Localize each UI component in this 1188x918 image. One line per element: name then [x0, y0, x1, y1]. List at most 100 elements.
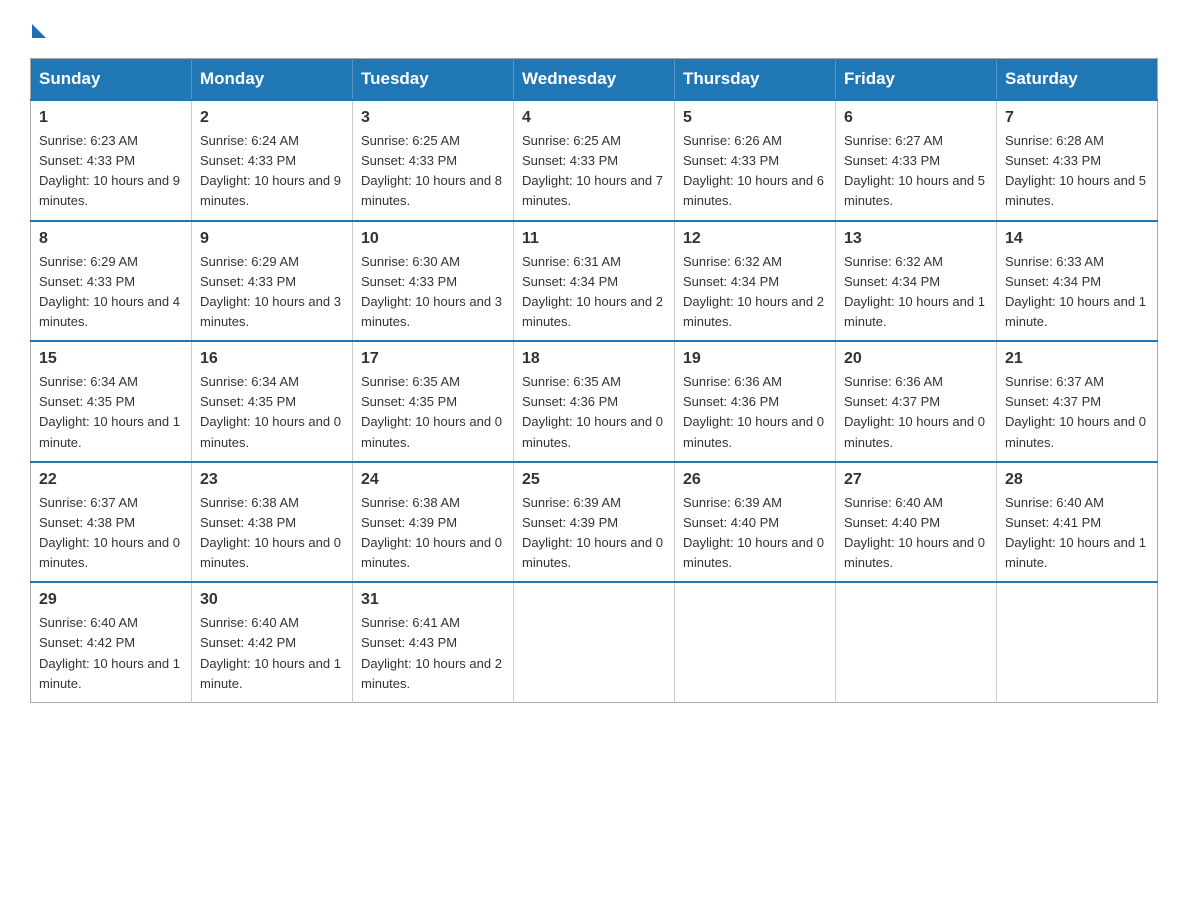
sunset-label: Sunset: 4:34 PM — [1005, 274, 1101, 289]
day-number: 22 — [39, 471, 183, 489]
calendar-header-monday: Monday — [192, 59, 353, 101]
sunset-label: Sunset: 4:36 PM — [683, 394, 779, 409]
calendar-week-row: 29 Sunrise: 6:40 AM Sunset: 4:42 PM Dayl… — [31, 582, 1158, 702]
logo — [30, 20, 46, 38]
daylight-label: Daylight: 10 hours and 6 minutes. — [683, 173, 824, 208]
sunset-label: Sunset: 4:33 PM — [844, 153, 940, 168]
daylight-label: Daylight: 10 hours and 3 minutes. — [200, 294, 341, 329]
calendar-day-cell: 30 Sunrise: 6:40 AM Sunset: 4:42 PM Dayl… — [192, 582, 353, 702]
day-info: Sunrise: 6:35 AM Sunset: 4:35 PM Dayligh… — [361, 372, 505, 453]
day-info: Sunrise: 6:36 AM Sunset: 4:36 PM Dayligh… — [683, 372, 827, 453]
sunset-label: Sunset: 4:33 PM — [39, 153, 135, 168]
day-info: Sunrise: 6:38 AM Sunset: 4:38 PM Dayligh… — [200, 493, 344, 574]
day-info: Sunrise: 6:40 AM Sunset: 4:42 PM Dayligh… — [39, 613, 183, 694]
sunrise-label: Sunrise: 6:38 AM — [200, 495, 299, 510]
calendar-day-cell — [836, 582, 997, 702]
day-number: 19 — [683, 350, 827, 368]
day-info: Sunrise: 6:35 AM Sunset: 4:36 PM Dayligh… — [522, 372, 666, 453]
day-info: Sunrise: 6:40 AM Sunset: 4:40 PM Dayligh… — [844, 493, 988, 574]
day-number: 11 — [522, 230, 666, 248]
sunrise-label: Sunrise: 6:29 AM — [200, 254, 299, 269]
sunrise-label: Sunrise: 6:28 AM — [1005, 133, 1104, 148]
day-number: 28 — [1005, 471, 1149, 489]
daylight-label: Daylight: 10 hours and 0 minutes. — [200, 414, 341, 449]
calendar-day-cell: 29 Sunrise: 6:40 AM Sunset: 4:42 PM Dayl… — [31, 582, 192, 702]
calendar-week-row: 8 Sunrise: 6:29 AM Sunset: 4:33 PM Dayli… — [31, 221, 1158, 342]
calendar-day-cell: 5 Sunrise: 6:26 AM Sunset: 4:33 PM Dayli… — [675, 100, 836, 221]
daylight-label: Daylight: 10 hours and 0 minutes. — [844, 414, 985, 449]
daylight-label: Daylight: 10 hours and 1 minute. — [200, 656, 341, 691]
day-number: 21 — [1005, 350, 1149, 368]
daylight-label: Daylight: 10 hours and 0 minutes. — [1005, 414, 1146, 449]
calendar-day-cell: 1 Sunrise: 6:23 AM Sunset: 4:33 PM Dayli… — [31, 100, 192, 221]
sunrise-label: Sunrise: 6:41 AM — [361, 615, 460, 630]
calendar-day-cell: 12 Sunrise: 6:32 AM Sunset: 4:34 PM Dayl… — [675, 221, 836, 342]
sunset-label: Sunset: 4:33 PM — [361, 274, 457, 289]
calendar-header-saturday: Saturday — [997, 59, 1158, 101]
daylight-label: Daylight: 10 hours and 4 minutes. — [39, 294, 180, 329]
day-number: 25 — [522, 471, 666, 489]
sunset-label: Sunset: 4:42 PM — [39, 635, 135, 650]
sunset-label: Sunset: 4:33 PM — [200, 274, 296, 289]
calendar-header-sunday: Sunday — [31, 59, 192, 101]
calendar-day-cell: 25 Sunrise: 6:39 AM Sunset: 4:39 PM Dayl… — [514, 462, 675, 583]
day-info: Sunrise: 6:28 AM Sunset: 4:33 PM Dayligh… — [1005, 131, 1149, 212]
calendar-day-cell — [997, 582, 1158, 702]
calendar-day-cell: 9 Sunrise: 6:29 AM Sunset: 4:33 PM Dayli… — [192, 221, 353, 342]
daylight-label: Daylight: 10 hours and 0 minutes. — [361, 535, 502, 570]
day-number: 2 — [200, 109, 344, 127]
calendar-day-cell — [514, 582, 675, 702]
day-number: 23 — [200, 471, 344, 489]
day-info: Sunrise: 6:29 AM Sunset: 4:33 PM Dayligh… — [39, 252, 183, 333]
daylight-label: Daylight: 10 hours and 0 minutes. — [522, 414, 663, 449]
sunrise-label: Sunrise: 6:36 AM — [844, 374, 943, 389]
logo-triangle-icon — [32, 24, 46, 38]
calendar-day-cell: 14 Sunrise: 6:33 AM Sunset: 4:34 PM Dayl… — [997, 221, 1158, 342]
daylight-label: Daylight: 10 hours and 5 minutes. — [844, 173, 985, 208]
sunset-label: Sunset: 4:40 PM — [844, 515, 940, 530]
calendar-day-cell: 21 Sunrise: 6:37 AM Sunset: 4:37 PM Dayl… — [997, 341, 1158, 462]
sunrise-label: Sunrise: 6:39 AM — [522, 495, 621, 510]
sunrise-label: Sunrise: 6:24 AM — [200, 133, 299, 148]
day-info: Sunrise: 6:40 AM Sunset: 4:41 PM Dayligh… — [1005, 493, 1149, 574]
day-number: 18 — [522, 350, 666, 368]
sunset-label: Sunset: 4:33 PM — [200, 153, 296, 168]
sunrise-label: Sunrise: 6:25 AM — [361, 133, 460, 148]
daylight-label: Daylight: 10 hours and 2 minutes. — [522, 294, 663, 329]
sunrise-label: Sunrise: 6:31 AM — [522, 254, 621, 269]
calendar-day-cell: 27 Sunrise: 6:40 AM Sunset: 4:40 PM Dayl… — [836, 462, 997, 583]
day-info: Sunrise: 6:25 AM Sunset: 4:33 PM Dayligh… — [361, 131, 505, 212]
sunset-label: Sunset: 4:41 PM — [1005, 515, 1101, 530]
day-info: Sunrise: 6:32 AM Sunset: 4:34 PM Dayligh… — [683, 252, 827, 333]
sunset-label: Sunset: 4:35 PM — [200, 394, 296, 409]
day-info: Sunrise: 6:41 AM Sunset: 4:43 PM Dayligh… — [361, 613, 505, 694]
calendar-day-cell: 8 Sunrise: 6:29 AM Sunset: 4:33 PM Dayli… — [31, 221, 192, 342]
day-number: 9 — [200, 230, 344, 248]
day-number: 31 — [361, 591, 505, 609]
calendar-day-cell: 20 Sunrise: 6:36 AM Sunset: 4:37 PM Dayl… — [836, 341, 997, 462]
daylight-label: Daylight: 10 hours and 0 minutes. — [39, 535, 180, 570]
sunset-label: Sunset: 4:33 PM — [1005, 153, 1101, 168]
sunset-label: Sunset: 4:33 PM — [522, 153, 618, 168]
daylight-label: Daylight: 10 hours and 1 minute. — [1005, 535, 1146, 570]
sunset-label: Sunset: 4:39 PM — [522, 515, 618, 530]
calendar-header-friday: Friday — [836, 59, 997, 101]
calendar-day-cell: 11 Sunrise: 6:31 AM Sunset: 4:34 PM Dayl… — [514, 221, 675, 342]
daylight-label: Daylight: 10 hours and 5 minutes. — [1005, 173, 1146, 208]
sunrise-label: Sunrise: 6:37 AM — [39, 495, 138, 510]
calendar-day-cell: 4 Sunrise: 6:25 AM Sunset: 4:33 PM Dayli… — [514, 100, 675, 221]
sunset-label: Sunset: 4:34 PM — [683, 274, 779, 289]
sunrise-label: Sunrise: 6:36 AM — [683, 374, 782, 389]
sunrise-label: Sunrise: 6:40 AM — [844, 495, 943, 510]
calendar-day-cell: 17 Sunrise: 6:35 AM Sunset: 4:35 PM Dayl… — [353, 341, 514, 462]
daylight-label: Daylight: 10 hours and 0 minutes. — [200, 535, 341, 570]
calendar-table: SundayMondayTuesdayWednesdayThursdayFrid… — [30, 58, 1158, 703]
day-number: 5 — [683, 109, 827, 127]
sunrise-label: Sunrise: 6:40 AM — [200, 615, 299, 630]
day-number: 8 — [39, 230, 183, 248]
day-info: Sunrise: 6:33 AM Sunset: 4:34 PM Dayligh… — [1005, 252, 1149, 333]
calendar-header-tuesday: Tuesday — [353, 59, 514, 101]
sunset-label: Sunset: 4:33 PM — [361, 153, 457, 168]
sunrise-label: Sunrise: 6:32 AM — [844, 254, 943, 269]
sunset-label: Sunset: 4:35 PM — [361, 394, 457, 409]
